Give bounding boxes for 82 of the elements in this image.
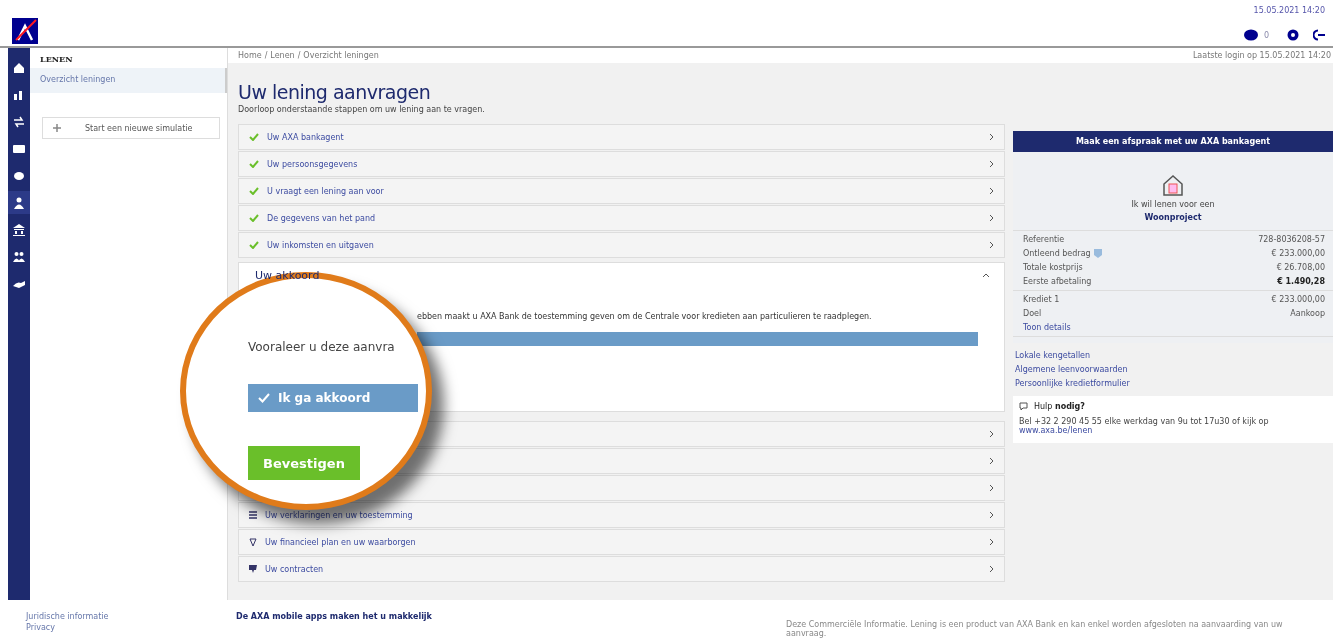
nav-item[interactable] [8, 191, 30, 214]
logout-icon[interactable] [1313, 29, 1325, 41]
detail-label: Eerste afbetaling [1023, 277, 1092, 286]
detail-value: € 26.708,00 [1276, 263, 1325, 272]
chevron-right-icon [989, 214, 994, 222]
step-row[interactable]: Uw financieel plan en uw waarborgen [238, 529, 1005, 555]
breadcrumb-link[interactable]: Lenen [270, 51, 295, 60]
detail-value: 728-8036208-57 [1258, 235, 1325, 244]
oval-icon [13, 169, 25, 182]
page-title: Uw lening aanvragen [238, 81, 432, 103]
logo-stripe-icon [12, 18, 38, 44]
breadcrumb-separator: / [297, 51, 301, 60]
lens-text: Vooraleer u deze aanvra [248, 340, 395, 354]
breadcrumb-link[interactable]: Home [238, 51, 262, 60]
purpose-value: Woonproject [1144, 213, 1202, 222]
chat-icon[interactable] [1243, 29, 1258, 41]
detail-label: Krediet 1 [1023, 295, 1060, 304]
document-link[interactable]: Algemene leenvoorwaarden [1015, 365, 1331, 374]
chevron-right-icon [989, 160, 994, 168]
step-row[interactable]: Uw verklaringen en uw toestemming [238, 502, 1005, 528]
purpose-text: Ik wil lenen voor een [1131, 200, 1215, 209]
speech-bubble-icon [1019, 402, 1028, 411]
date-time: 15.05.2021 14:20 [1253, 6, 1325, 15]
home-icon [13, 61, 25, 74]
chevron-right-icon [989, 430, 994, 438]
chevron-up-icon [982, 273, 990, 278]
step-row[interactable]: Uw AXA bankagent [238, 124, 1005, 150]
chevron-right-icon [989, 511, 994, 519]
list-icon [249, 511, 257, 519]
step-row[interactable]: Uw contracten [238, 556, 1005, 582]
bar-chart-icon [13, 88, 25, 101]
detail-value: € 1.490,28 [1277, 277, 1325, 286]
detail-value: Aankoop [1290, 309, 1325, 318]
document-link[interactable]: Persoonlijke kredietformulier [1015, 379, 1331, 388]
card-icon [13, 142, 25, 155]
footer-link[interactable]: Juridische informatie [26, 612, 236, 621]
breadcrumb-link[interactable]: Overzicht leningen [303, 51, 379, 60]
detail-label: Referentie [1023, 235, 1065, 244]
funnel-icon [249, 538, 257, 546]
person-icon [13, 196, 25, 209]
details-toggle-link[interactable]: Toon details [1023, 323, 1325, 332]
step-row[interactable]: Uw persoonsgegevens [238, 151, 1005, 177]
detail-value: € 233.000,00 [1271, 295, 1325, 304]
plus-icon [53, 124, 61, 132]
detail-value: € 233.000,00 [1271, 249, 1325, 258]
check-icon [258, 393, 270, 403]
detail-label: Totale kostprijs [1023, 263, 1083, 272]
new-simulation-button[interactable]: Start een nieuwe simulatie [42, 117, 220, 139]
document-link[interactable]: Lokale kengetallen [1015, 351, 1331, 360]
house-icon [1162, 174, 1184, 196]
detail-label: Ontleend bedrag [1023, 249, 1091, 258]
agent-banner[interactable]: Maak een afspraak met uw AXA bankagent [1013, 131, 1333, 152]
apps-heading: De AXA mobile apps maken het u makkelijk [236, 612, 433, 623]
sidebar-item[interactable]: Overzicht leningen [30, 68, 227, 93]
chevron-right-icon [989, 457, 994, 465]
logo[interactable] [12, 18, 38, 44]
gear-icon[interactable] [1287, 29, 1299, 41]
chevron-right-icon [989, 187, 994, 195]
chevron-right-icon [989, 133, 994, 141]
footer-link[interactable]: Privacy [26, 623, 236, 632]
step-row[interactable]: De gegevens van het pand [238, 205, 1005, 231]
chevron-right-icon [989, 484, 994, 492]
consent-text: ebben maakt u AXA Bank de toestemming geven om de Centrale voor kredieten aan particulieren te raadplegen. [416, 312, 873, 321]
last-login-text: Laatste login op 15.05.2021 14:20 [1192, 51, 1331, 60]
chevron-right-icon [989, 565, 994, 573]
website-link[interactable]: www.axa.be/lenen [1019, 426, 1093, 435]
detail-label: Doel [1023, 309, 1042, 318]
chevron-right-icon [989, 538, 994, 546]
step-row[interactable]: Uw inkomsten en uitgaven [238, 232, 1005, 258]
thumb-icon [249, 565, 257, 573]
page-subtitle: Doorloop onderstaande stappen om uw lening aan te vragen. [238, 105, 486, 114]
help-text: Bel +32 2 290 45 55 elke werkdag van 9u tot 17u30 of kijk op www.axa.be/lenen [1019, 417, 1270, 435]
breadcrumb-separator: / [264, 51, 268, 60]
step-row[interactable]: U vraagt een lening aan voor [238, 178, 1005, 204]
message-count: 0 [1263, 30, 1269, 40]
bank-icon [13, 223, 25, 236]
help-title: Hulp nodig? [1034, 402, 1085, 411]
transfer-icon [13, 115, 25, 128]
people-icon [13, 250, 25, 263]
footer-note: Deze Commerciële Informatie. Lening is een product van AXA Bank en kan enkel worden afgesloten na aanvaarding van uw aanvraag. [786, 619, 1284, 638]
sidebar-heading: LENEN [39, 53, 74, 66]
chevron-right-icon [989, 241, 994, 249]
